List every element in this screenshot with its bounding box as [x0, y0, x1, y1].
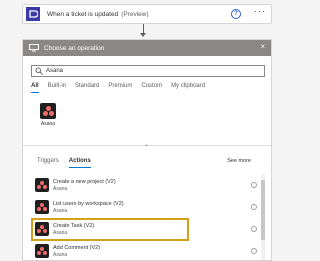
panel-header: Choose an operation ×: [23, 40, 271, 56]
tab-actions[interactable]: Actions: [68, 158, 91, 168]
info-icon[interactable]: [251, 182, 257, 188]
action-list: Create a new project (V2) Asana List use…: [31, 174, 259, 261]
highlight-frame: [31, 218, 189, 241]
tab-premium[interactable]: Premium: [108, 83, 132, 93]
asana-logo-icon: [35, 200, 49, 214]
search-value: Asana: [46, 68, 64, 74]
scrollbar-thumb[interactable]: [261, 180, 265, 240]
action-subtitle: Asana: [53, 251, 68, 258]
connector-label: Asana: [40, 121, 56, 127]
action-create-new-project[interactable]: Create a new project (V2) Asana: [31, 174, 259, 196]
flow-arrow-icon: [140, 33, 146, 37]
tab-standard[interactable]: Standard: [75, 83, 99, 93]
operation-icon: [29, 44, 39, 52]
info-icon[interactable]: [251, 226, 257, 232]
tab-my-clipboard[interactable]: My clipboard: [171, 83, 205, 93]
search-icon: [35, 67, 43, 75]
connector-asana[interactable]: Asana: [39, 103, 57, 127]
action-list-users-by-workspace[interactable]: List users by workspace (V2) Asana: [31, 196, 259, 218]
panel-title: Choose an operation: [44, 44, 105, 52]
filter-tabs: All Built-in Standard Premium Custom My …: [31, 83, 214, 93]
asana-logo-icon: [35, 178, 49, 192]
action-subtitle: Asana: [53, 207, 68, 214]
action-add-comment[interactable]: Add Comment (V2) Asana: [31, 240, 259, 261]
collapse-chevron-icon[interactable]: ⌃: [144, 144, 149, 151]
asana-logo-icon: [40, 103, 56, 119]
search-input[interactable]: Asana: [31, 65, 265, 77]
trigger-preview-label: (Preview): [121, 10, 149, 18]
action-subtitle: Asana: [53, 185, 68, 192]
help-icon[interactable]: ?: [231, 9, 241, 19]
trigger-title: When a ticket is updated: [47, 10, 119, 18]
more-options-icon[interactable]: ···: [254, 6, 266, 16]
close-icon[interactable]: ×: [260, 43, 265, 51]
see-more-link[interactable]: See more: [227, 158, 251, 164]
tab-custom[interactable]: Custom: [141, 83, 162, 93]
action-title: List users by workspace (V2): [53, 200, 124, 207]
scrollbar[interactable]: [261, 174, 265, 260]
info-icon[interactable]: [251, 204, 257, 210]
zendesk-trigger-icon: [26, 7, 40, 21]
action-title: Add Comment (V2): [53, 244, 101, 251]
tab-triggers[interactable]: Triggers: [37, 158, 59, 168]
tab-built-in[interactable]: Built-in: [48, 83, 66, 93]
action-tabs: Triggers Actions: [37, 158, 101, 168]
info-icon[interactable]: [251, 248, 257, 254]
choose-operation-panel: Choose an operation × Asana All Built-in…: [22, 39, 272, 261]
action-title: Create a new project (V2): [53, 178, 116, 185]
asana-logo-icon: [35, 244, 49, 258]
trigger-card[interactable]: When a ticket is updated (Preview) ? ···: [22, 4, 272, 24]
tab-all[interactable]: All: [31, 83, 39, 93]
